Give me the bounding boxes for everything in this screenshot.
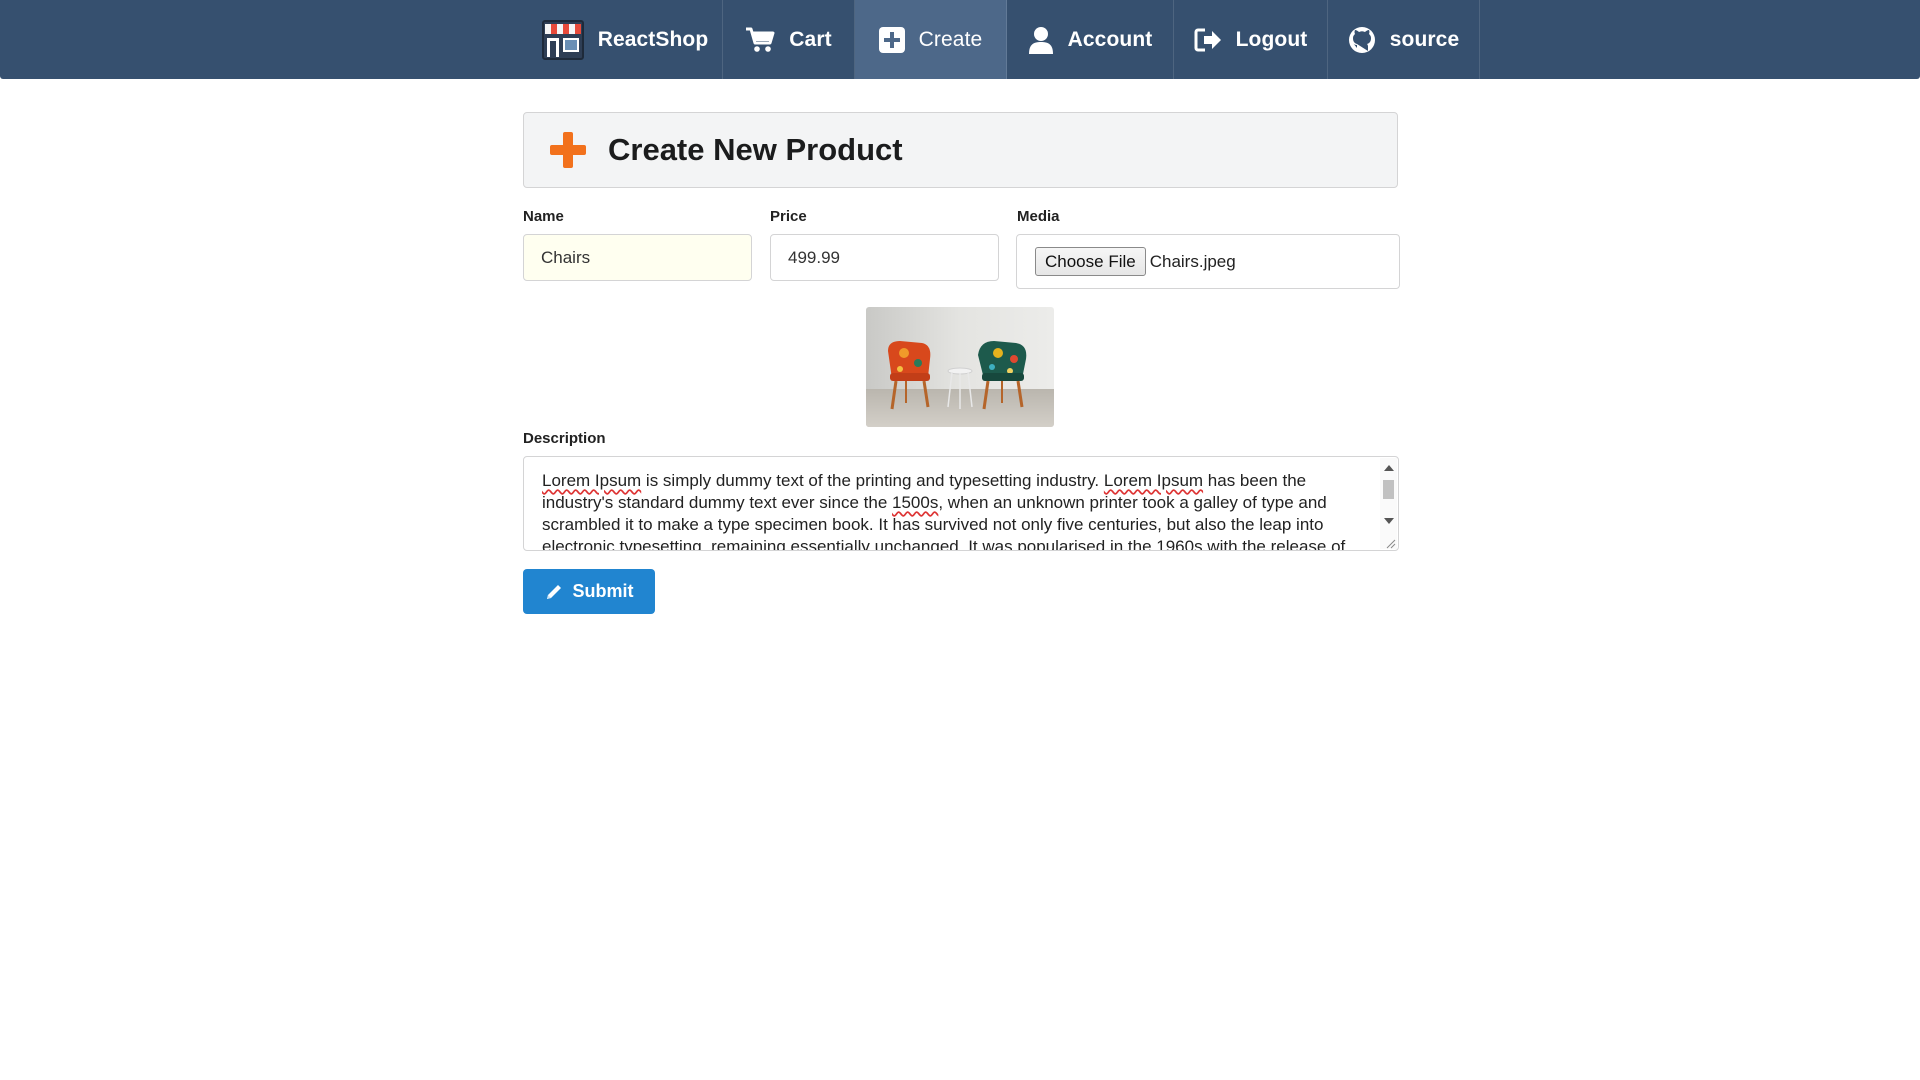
nav-item-create[interactable]: Create — [855, 0, 1007, 79]
store-icon — [541, 19, 584, 60]
nav-item-account[interactable]: Account — [1007, 0, 1174, 79]
name-input[interactable] — [523, 234, 752, 281]
description-label: Description — [523, 430, 606, 447]
nav-brand[interactable]: ReactShop — [528, 0, 723, 79]
plus-square-icon — [878, 26, 905, 53]
page-header: Create New Product — [523, 112, 1398, 188]
submit-button[interactable]: Submit — [523, 569, 655, 614]
media-label: Media — [1017, 208, 1060, 225]
sign-out-icon — [1194, 28, 1222, 52]
scroll-thumb[interactable] — [1383, 480, 1394, 499]
cart-icon — [745, 27, 775, 53]
add-icon — [550, 132, 586, 168]
choose-file-button[interactable]: Choose File — [1035, 247, 1146, 276]
user-icon — [1028, 26, 1054, 54]
nav-item-label: Create — [918, 27, 983, 51]
nav-item-logout[interactable]: Logout — [1174, 0, 1328, 79]
nav-item-cart[interactable]: Cart — [723, 0, 855, 79]
nav-item-source[interactable]: source — [1328, 0, 1480, 79]
nav-item-label: Account — [1067, 27, 1153, 51]
github-icon — [1348, 26, 1376, 54]
product-image-preview — [866, 307, 1054, 427]
page-title: Create New Product — [608, 132, 903, 167]
media-file-input[interactable]: Choose File Chairs.jpeg — [1016, 234, 1400, 289]
price-label: Price — [770, 208, 807, 225]
top-navbar: ReactShop Cart Create Account Logout sou… — [0, 0, 1920, 79]
description-textarea[interactable]: Lorem Ipsum is simply dummy text of the … — [523, 456, 1399, 551]
selected-file-name: Chairs.jpeg — [1149, 251, 1236, 271]
pencil-icon — [545, 583, 563, 601]
resize-grip-icon[interactable] — [1384, 536, 1396, 549]
brand-label: ReactShop — [597, 27, 709, 51]
scroll-up-icon[interactable] — [1384, 465, 1394, 471]
name-label: Name — [523, 208, 564, 225]
scroll-down-icon[interactable] — [1384, 518, 1394, 524]
price-input[interactable] — [770, 234, 999, 281]
submit-label: Submit — [572, 581, 634, 601]
nav-item-label: Logout — [1235, 27, 1308, 51]
nav-item-label: Cart — [789, 27, 832, 51]
nav-item-label: source — [1389, 27, 1460, 51]
description-text: Lorem Ipsum is simply dummy text of the … — [542, 471, 1346, 551]
